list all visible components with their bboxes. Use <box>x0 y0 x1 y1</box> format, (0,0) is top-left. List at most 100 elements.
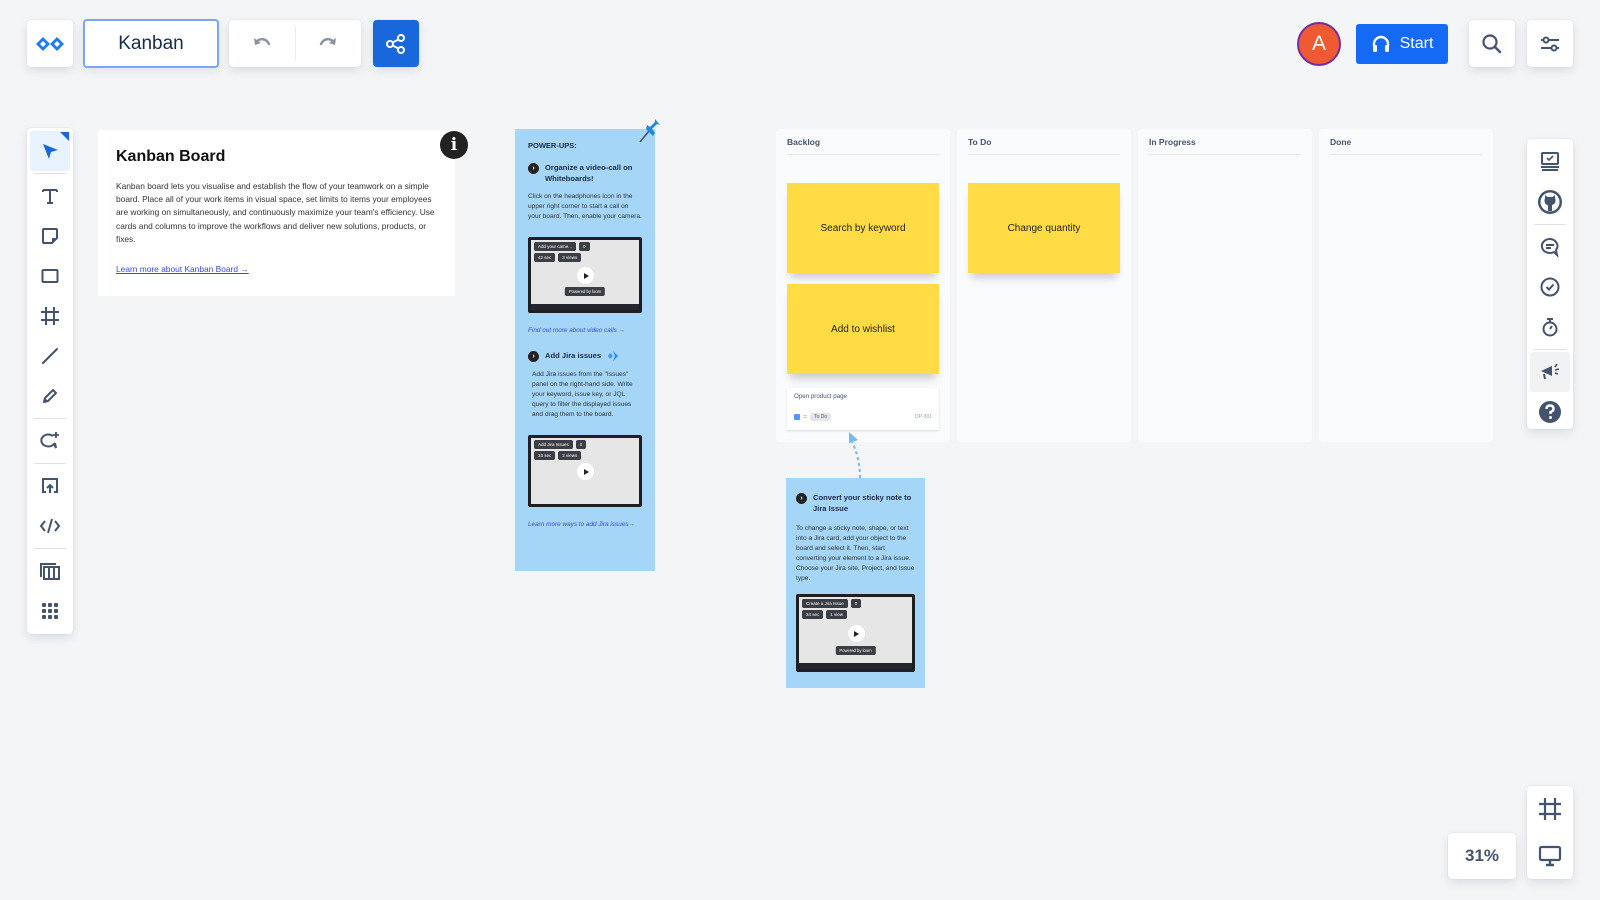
columns-icon <box>40 563 60 580</box>
undo-button[interactable] <box>229 20 295 67</box>
app-logo-button[interactable] <box>27 20 73 67</box>
present-button[interactable] <box>1538 844 1562 868</box>
view-tools <box>1527 786 1573 879</box>
code-icon <box>39 518 61 534</box>
help-icon <box>1539 401 1561 423</box>
video-comments: 0 <box>579 242 590 251</box>
tool-shape[interactable] <box>30 256 70 296</box>
jira-status-badge: To Do <box>810 413 832 421</box>
video-thumbnail[interactable]: Create a Jira Issue 0 34 sec 1 view Powe… <box>796 594 915 672</box>
sticky-note[interactable]: Change quantity <box>968 183 1120 273</box>
video-comments: 0 <box>575 440 587 449</box>
line-icon <box>42 348 58 364</box>
jira-issues-panel-button[interactable] <box>1530 142 1570 182</box>
kanban-column-todo[interactable]: To Do Change quantity <box>957 129 1131 442</box>
video-duration: 42 sec <box>534 253 556 262</box>
video-meta: 33 sec 2 views <box>534 451 582 460</box>
dashed-connector-arrow[interactable] <box>840 430 870 480</box>
comments-icon <box>1540 237 1559 258</box>
toolbar-divider <box>34 463 66 464</box>
github-icon <box>1538 190 1562 214</box>
jira-issue-card[interactable]: Open product page = To Do DP-301 <box>787 388 939 430</box>
tool-sticky-note[interactable] <box>30 216 70 256</box>
powerup-step-title: Organize a video-call on Whiteboards! <box>545 163 633 183</box>
help-button[interactable] <box>1530 392 1570 432</box>
tool-text[interactable] <box>30 176 70 216</box>
toolbar-divider <box>34 548 66 549</box>
kanban-column-done[interactable]: Done <box>1319 129 1493 442</box>
learn-more-link[interactable]: Learn more about Kanban Board → <box>116 264 249 274</box>
powered-by-loom: Powered by loom <box>835 646 876 655</box>
kanban-column-in-progress[interactable]: In Progress <box>1138 129 1312 442</box>
powerups-heading: POWER-UPS: <box>528 141 577 150</box>
column-title: Backlog <box>787 137 939 155</box>
jira-logo-icon <box>608 351 619 361</box>
pencil-icon <box>43 389 57 403</box>
tool-comment[interactable] <box>30 421 70 461</box>
column-title: In Progress <box>1149 137 1301 155</box>
tool-line[interactable] <box>30 336 70 376</box>
powerup-step: › Add Jira issues <box>528 350 642 362</box>
video-calls-link[interactable]: Find out more about video calls → <box>528 327 642 334</box>
video-thumbnail[interactable]: Add your came... 0 42 sec 3 views Powere… <box>528 237 642 313</box>
tasks-button[interactable] <box>1530 267 1570 307</box>
start-call-button[interactable]: Start <box>1356 24 1448 64</box>
fit-to-frame-button[interactable] <box>1538 797 1562 821</box>
tool-embed[interactable] <box>30 506 70 546</box>
tool-frame[interactable] <box>30 296 70 336</box>
play-icon[interactable] <box>847 625 865 642</box>
user-avatar[interactable]: A <box>1297 22 1341 66</box>
jira-issue-summary: Open product page <box>794 393 847 400</box>
powerups-card[interactable]: POWER-UPS: › Organize a video-call on Wh… <box>515 129 655 571</box>
info-card-title: Kanban Board <box>116 148 226 165</box>
share-button[interactable] <box>373 20 419 67</box>
sticky-note[interactable]: Add to wishlist <box>787 284 939 374</box>
sticky-note[interactable]: Search by keyword <box>787 183 939 273</box>
whiteboards-logo-icon <box>36 36 64 51</box>
tool-more-apps[interactable] <box>30 591 70 631</box>
video-views: 3 views <box>558 253 582 262</box>
timer-button[interactable] <box>1530 307 1570 347</box>
chevron-right-icon: › <box>528 351 539 362</box>
kanban-info-card[interactable]: Kanban Board Kanban board lets you visua… <box>98 130 455 296</box>
tool-upload[interactable] <box>30 466 70 506</box>
redo-button[interactable] <box>296 20 362 67</box>
column-title: Done <box>1330 137 1482 155</box>
video-toolbar: Add your came... 0 <box>534 242 590 251</box>
left-toolbar <box>27 128 73 634</box>
issues-panel-icon <box>1541 152 1559 171</box>
tool-templates[interactable] <box>30 551 70 591</box>
right-toolbar <box>1527 139 1573 429</box>
monitor-icon <box>1538 845 1562 866</box>
tool-select[interactable] <box>30 131 70 171</box>
powerup-step: › Organize a video-call on Whiteboards! <box>528 162 642 184</box>
kanban-column-backlog[interactable]: Backlog Search by keyword Add to wishlis… <box>776 129 950 442</box>
powered-by-loom: Powered by loom <box>564 287 606 296</box>
github-button[interactable] <box>1530 182 1570 222</box>
priority-medium-icon: = <box>803 413 808 421</box>
video-toolbar: Add Jira Issues 0 <box>534 440 587 449</box>
play-icon[interactable] <box>577 463 594 480</box>
settings-button[interactable] <box>1527 20 1573 67</box>
toolbar-divider <box>1534 224 1566 225</box>
video-views: 2 views <box>558 451 582 460</box>
announcements-button[interactable] <box>1530 352 1570 392</box>
info-icon[interactable]: i <box>440 131 468 159</box>
video-thumbnail[interactable]: Add Jira Issues 0 33 sec 2 views <box>528 435 642 507</box>
video-dock <box>799 663 912 669</box>
zoom-level-indicator[interactable]: 31% <box>1448 833 1516 879</box>
video-duration: 34 sec <box>802 610 824 619</box>
jira-issues-link[interactable]: Learn more ways to add Jira issues→ <box>528 521 642 528</box>
play-icon[interactable] <box>577 267 594 284</box>
convert-step-body: To change a sticky note, shape, or text … <box>796 525 915 582</box>
sliders-icon <box>1541 36 1559 51</box>
jira-issue-meta: = To Do DP-301 <box>794 413 932 421</box>
convert-to-jira-card[interactable]: › Convert your sticky note to Jira Issue… <box>786 478 925 688</box>
search-button[interactable] <box>1469 20 1515 67</box>
video-title: Add your came... <box>534 242 577 251</box>
comments-button[interactable] <box>1530 227 1570 267</box>
undo-redo-group <box>229 20 361 67</box>
board-title-input[interactable]: Kanban <box>83 19 219 68</box>
tool-pen[interactable] <box>30 376 70 416</box>
video-duration: 33 sec <box>534 451 556 460</box>
